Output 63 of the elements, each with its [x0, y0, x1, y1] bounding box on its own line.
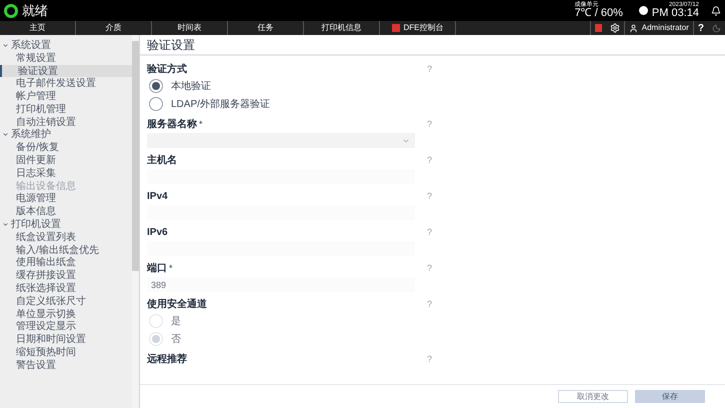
- field-label: 服务器名称: [147, 118, 197, 131]
- field-label: 主机名: [147, 154, 177, 167]
- sidebar-item[interactable]: 缓存拼接设置: [0, 269, 132, 282]
- moon-icon[interactable]: [712, 24, 721, 32]
- radio-label: 本地验证: [171, 80, 211, 94]
- sidebar-item[interactable]: 警告设置: [0, 358, 132, 372]
- sidebar-item[interactable]: 电源管理: [0, 192, 132, 206]
- user-icon: [628, 24, 638, 32]
- sidebar-group[interactable]: 系统维护: [0, 128, 132, 142]
- nav-tab[interactable]: 时间表: [152, 21, 228, 35]
- app-icon: [392, 24, 400, 32]
- field-label: IPv6: [147, 226, 168, 239]
- radio-label: LDAP/外部服务器验证: [171, 98, 270, 112]
- radio-button[interactable]: [149, 97, 163, 111]
- nav-tab[interactable]: 打印机信息: [304, 21, 380, 35]
- sidebar-item[interactable]: 缩短预热时间: [0, 346, 132, 359]
- sidebar-item[interactable]: 日期和时间设置: [0, 333, 132, 346]
- field-label: 远程推荐: [147, 353, 187, 366]
- sidebar-item[interactable]: 使用输出纸盒: [0, 256, 132, 270]
- settings-icon[interactable]: [610, 23, 620, 33]
- sidebar-group[interactable]: 系统设置: [0, 39, 132, 52]
- field-label: IPv4: [147, 190, 168, 203]
- time-text: PM 03:14: [652, 8, 699, 19]
- field-label: 验证方式: [147, 63, 187, 76]
- sidebar-item[interactable]: 备份/恢复: [0, 141, 132, 154]
- required-marker: *: [169, 262, 173, 275]
- sidebar-item[interactable]: 自定义纸张尺寸: [0, 294, 132, 308]
- sidebar-item[interactable]: 打印机管理: [0, 102, 132, 116]
- required-marker: *: [199, 118, 203, 131]
- user-name[interactable]: Administrator: [642, 22, 689, 34]
- page-title: 验证设置: [147, 36, 195, 54]
- sidebar-item[interactable]: 管理设定显示: [0, 320, 132, 334]
- sidebar-item[interactable]: 常规设置: [0, 52, 132, 65]
- climate-reading: 7℃ / 60%: [574, 8, 623, 19]
- status-text: 就绪: [22, 2, 48, 20]
- field-label: 使用安全通道: [147, 298, 207, 311]
- bell-icon: [711, 6, 721, 16]
- sidebar-item[interactable]: 纸盒设置列表: [0, 230, 132, 244]
- field-label: 端口: [147, 262, 167, 275]
- nav-tab[interactable]: DFE控制台: [380, 21, 456, 35]
- scrollbar[interactable]: [132, 35, 139, 408]
- sidebar-item[interactable]: 单位显示切换: [0, 308, 132, 321]
- sidebar-item[interactable]: 纸张选择设置: [0, 282, 132, 295]
- sidebar-item[interactable]: 日志采集: [0, 166, 132, 180]
- radio-label: 是: [171, 314, 181, 328]
- sidebar-item[interactable]: 版本信息: [0, 205, 132, 218]
- dropdown-field[interactable]: [147, 133, 415, 148]
- chevron-icon: [2, 131, 9, 138]
- chevron-icon: [2, 42, 9, 49]
- chevron-icon: [2, 221, 9, 228]
- nav-tab[interactable]: 任务: [228, 21, 304, 35]
- input-field[interactable]: 389: [147, 277, 415, 292]
- status-ring-icon: [4, 4, 18, 18]
- sidebar-item[interactable]: 自动注销设置: [0, 116, 132, 129]
- sidebar-item[interactable]: 电子邮件发送设置: [0, 77, 132, 90]
- sidebar-item[interactable]: 帐户管理: [0, 90, 132, 103]
- radio-label: 否: [171, 332, 181, 346]
- sidebar-item[interactable]: 固件更新: [0, 154, 132, 167]
- radio-button[interactable]: [149, 79, 163, 93]
- sidebar-group[interactable]: 打印机设置: [0, 218, 132, 231]
- sidebar-item[interactable]: 输入/输出纸盒优先: [0, 244, 132, 257]
- help-button[interactable]: ?: [694, 20, 708, 36]
- sidebar-item[interactable]: 验证设置: [0, 64, 132, 78]
